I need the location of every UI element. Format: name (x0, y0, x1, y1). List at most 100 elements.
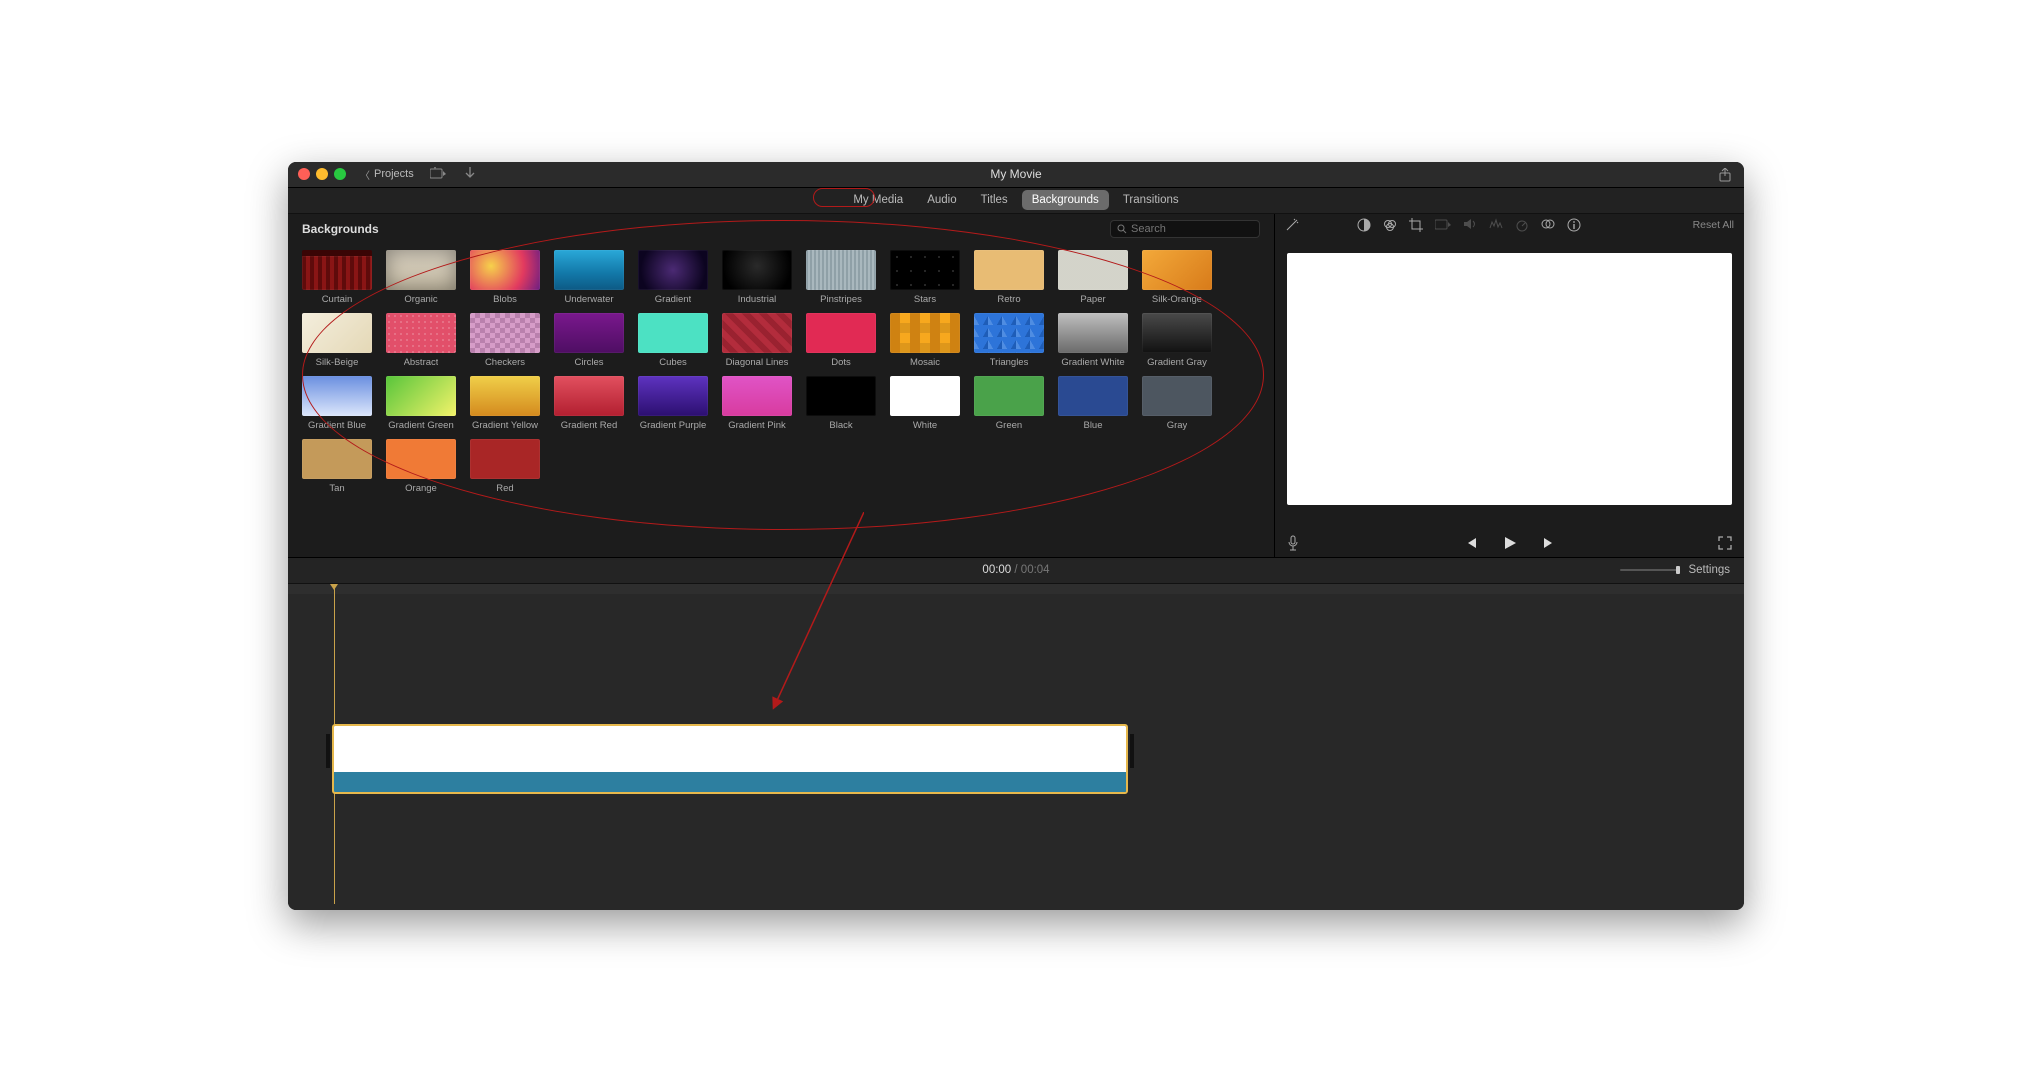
background-thumb-white[interactable]: White (890, 376, 960, 431)
fullscreen-icon[interactable] (1718, 536, 1732, 550)
background-label: White (913, 420, 937, 431)
background-label: Circles (574, 357, 603, 368)
background-swatch (386, 376, 456, 416)
background-swatch (722, 376, 792, 416)
background-thumb-checkers[interactable]: Checkers (470, 313, 540, 368)
background-swatch (806, 250, 876, 290)
background-thumb-pinstripes[interactable]: Pinstripes (806, 250, 876, 305)
background-thumb-gradient-white[interactable]: Gradient White (1058, 313, 1128, 368)
timecode-total: 00:04 (1021, 564, 1050, 576)
background-thumb-organic[interactable]: Organic (386, 250, 456, 305)
clip-trim-right[interactable] (1130, 734, 1134, 768)
prev-button[interactable] (1464, 536, 1478, 550)
background-swatch (722, 313, 792, 353)
background-thumb-gradient-purple[interactable]: Gradient Purple (638, 376, 708, 431)
tab-backgrounds[interactable]: Backgrounds (1022, 190, 1109, 210)
enhance-wand-icon[interactable] (1285, 218, 1299, 232)
background-label: Gray (1167, 420, 1188, 431)
noise-reduction-icon[interactable] (1489, 218, 1503, 232)
zoom-window-button[interactable] (334, 168, 346, 180)
background-thumb-cubes[interactable]: Cubes (638, 313, 708, 368)
background-thumb-tan[interactable]: Tan (302, 439, 372, 494)
background-label: Gradient Blue (308, 420, 366, 431)
background-thumb-stars[interactable]: Stars (890, 250, 960, 305)
background-label: Checkers (485, 357, 525, 368)
background-thumb-red[interactable]: Red (470, 439, 540, 494)
background-thumb-retro[interactable]: Retro (974, 250, 1044, 305)
crop-icon[interactable] (1409, 218, 1423, 232)
voiceover-icon[interactable] (1287, 535, 1299, 551)
minimize-window-button[interactable] (316, 168, 328, 180)
background-label: Gradient Purple (640, 420, 707, 431)
clip-video-lane (334, 726, 1126, 772)
background-thumb-gradient-red[interactable]: Gradient Red (554, 376, 624, 431)
background-thumb-curtain[interactable]: Curtain (302, 250, 372, 305)
background-thumb-blobs[interactable]: Blobs (470, 250, 540, 305)
background-thumb-mosaic[interactable]: Mosaic (890, 313, 960, 368)
clip-filter-icon[interactable] (1541, 218, 1555, 232)
background-thumb-silk-beige[interactable]: Silk-Beige (302, 313, 372, 368)
background-thumb-gradient-green[interactable]: Gradient Green (386, 376, 456, 431)
download-icon[interactable] (464, 167, 476, 181)
background-thumb-black[interactable]: Black (806, 376, 876, 431)
speed-icon[interactable] (1515, 218, 1529, 232)
background-thumb-blue[interactable]: Blue (1058, 376, 1128, 431)
reset-all-button[interactable]: Reset All (1693, 219, 1734, 231)
background-thumb-orange[interactable]: Orange (386, 439, 456, 494)
projects-back-button[interactable]: 〈 Projects (360, 167, 414, 182)
stabilization-icon[interactable] (1435, 218, 1451, 232)
browser-heading: Backgrounds (302, 222, 379, 236)
background-thumb-gradient[interactable]: Gradient (638, 250, 708, 305)
background-thumb-abstract[interactable]: Abstract (386, 313, 456, 368)
background-label: Silk-Orange (1152, 294, 1202, 305)
background-swatch (1142, 313, 1212, 353)
background-swatch (638, 313, 708, 353)
background-swatch (302, 439, 372, 479)
search-field[interactable] (1110, 220, 1260, 238)
search-input[interactable] (1131, 223, 1253, 235)
background-label: Underwater (564, 294, 613, 305)
background-thumb-gradient-blue[interactable]: Gradient Blue (302, 376, 372, 431)
play-button[interactable] (1502, 535, 1518, 551)
background-thumb-paper[interactable]: Paper (1058, 250, 1128, 305)
background-thumb-green[interactable]: Green (974, 376, 1044, 431)
background-thumb-gradient-gray[interactable]: Gradient Gray (1142, 313, 1212, 368)
color-balance-icon[interactable] (1357, 218, 1371, 232)
background-thumb-gradient-pink[interactable]: Gradient Pink (722, 376, 792, 431)
tab-my-media[interactable]: My Media (843, 190, 913, 210)
timeline-ruler[interactable] (288, 584, 1744, 594)
timeline[interactable] (288, 584, 1744, 910)
thumbnail-grid: Curtain Organic Blobs Underwater Gradient Ind… (302, 250, 1260, 494)
background-thumb-triangles[interactable]: Triangles (974, 313, 1044, 368)
background-label: Tan (329, 483, 344, 494)
background-label: Black (829, 420, 852, 431)
background-label: Red (496, 483, 513, 494)
background-thumb-gradient-yellow[interactable]: Gradient Yellow (470, 376, 540, 431)
tab-audio[interactable]: Audio (917, 190, 966, 210)
background-thumb-gray[interactable]: Gray (1142, 376, 1212, 431)
close-window-button[interactable] (298, 168, 310, 180)
clip[interactable] (334, 726, 1126, 792)
clip-trim-left[interactable] (326, 734, 330, 768)
toolbar-icons (430, 167, 476, 181)
share-button[interactable] (1718, 162, 1732, 188)
info-icon[interactable] (1567, 218, 1581, 232)
next-button[interactable] (1542, 536, 1556, 550)
background-thumb-silk-orange[interactable]: Silk-Orange (1142, 250, 1212, 305)
background-thumb-industrial[interactable]: Industrial (722, 250, 792, 305)
background-thumb-diagonal-lines[interactable]: Diagonal Lines (722, 313, 792, 368)
timecode-bar: 00:00 / 00:04 Settings (288, 558, 1744, 584)
tab-transitions[interactable]: Transitions (1113, 190, 1189, 210)
media-import-icon[interactable] (430, 167, 446, 181)
color-correction-icon[interactable] (1383, 218, 1397, 232)
tab-titles[interactable]: Titles (971, 190, 1018, 210)
background-swatch (806, 313, 876, 353)
background-thumb-underwater[interactable]: Underwater (554, 250, 624, 305)
preview-canvas[interactable] (1287, 253, 1732, 505)
background-label: Green (996, 420, 1022, 431)
settings-button[interactable]: Settings (1688, 564, 1730, 576)
background-thumb-circles[interactable]: Circles (554, 313, 624, 368)
volume-icon[interactable] (1463, 218, 1477, 232)
background-thumb-dots[interactable]: Dots (806, 313, 876, 368)
zoom-slider[interactable] (1620, 569, 1680, 571)
